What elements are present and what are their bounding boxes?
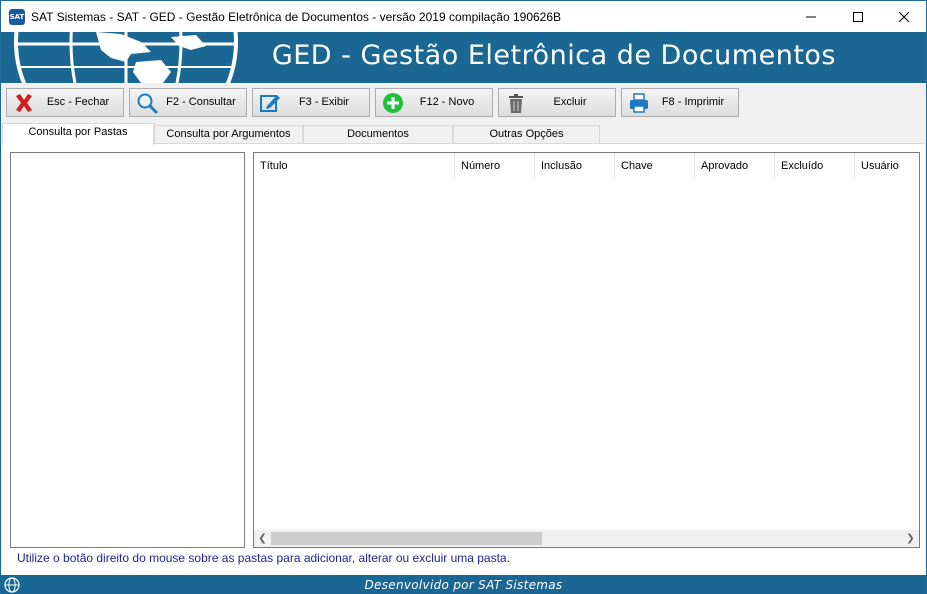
horizontal-scrollbar[interactable]: ❮ ❯ bbox=[254, 530, 919, 547]
trash-icon bbox=[509, 94, 523, 113]
delete-button[interactable]: Excluir bbox=[498, 88, 616, 117]
footer-credit: Desenvolvido por SAT Sistemas bbox=[364, 578, 563, 592]
minimize-button[interactable] bbox=[788, 1, 834, 32]
plus-circle-icon bbox=[383, 93, 403, 113]
grid-header: Título Número Inclusão Chave Aprovado Ex… bbox=[254, 153, 919, 179]
tab-outras-opcoes[interactable]: Outras Opções bbox=[453, 125, 600, 144]
column-header-titulo[interactable]: Título bbox=[254, 153, 455, 179]
print-button-label: F8 - Imprimir bbox=[661, 96, 725, 108]
header-banner: GED - Gestão Eletrônica de Documentos bbox=[1, 32, 926, 83]
window-title: SAT Sistemas - SAT - GED - Gestão Eletrô… bbox=[31, 10, 562, 24]
maximize-button[interactable] bbox=[835, 1, 881, 32]
tab-strip: Consulta por Pastas Consulta por Argumen… bbox=[1, 123, 926, 145]
scrollbar-thumb[interactable] bbox=[271, 532, 542, 545]
tab-label: Documentos bbox=[347, 128, 409, 140]
tab-label: Consulta por Pastas bbox=[28, 126, 128, 138]
print-button[interactable]: F8 - Imprimir bbox=[621, 88, 739, 117]
new-button-label: F12 - Novo bbox=[419, 96, 475, 108]
folder-hint-text: Utilize o botão direito do mouse sobre a… bbox=[17, 551, 510, 565]
scroll-right-arrow-icon[interactable]: ❯ bbox=[902, 530, 919, 547]
red-x-icon bbox=[16, 94, 32, 112]
globe-logo-icon bbox=[14, 32, 238, 83]
banner-title: GED - Gestão Eletrônica de Documentos bbox=[271, 40, 836, 71]
column-header-numero[interactable]: Número bbox=[455, 153, 535, 179]
tab-label: Consulta por Argumentos bbox=[166, 128, 291, 140]
app-window: SAT SAT Sistemas - SAT - GED - Gestão El… bbox=[0, 0, 927, 594]
close-icon bbox=[899, 11, 909, 22]
column-header-inclusao[interactable]: Inclusão bbox=[535, 153, 615, 179]
minimize-icon bbox=[806, 16, 816, 17]
toolbar: Esc - Fechar F2 - Consultar F3 - Exibir … bbox=[1, 83, 926, 123]
close-button-label: Esc - Fechar bbox=[46, 96, 110, 108]
close-button[interactable]: Esc - Fechar bbox=[6, 88, 124, 117]
tab-consulta-por-argumentos[interactable]: Consulta por Argumentos bbox=[154, 125, 303, 144]
tab-panel: Título Número Inclusão Chave Aprovado Ex… bbox=[2, 143, 925, 575]
column-header-excluido[interactable]: Excluído bbox=[775, 153, 855, 179]
app-icon: SAT bbox=[9, 9, 25, 25]
delete-button-label: Excluir bbox=[553, 96, 587, 108]
documents-grid[interactable]: Título Número Inclusão Chave Aprovado Ex… bbox=[253, 152, 920, 548]
scroll-left-arrow-icon[interactable]: ❮ bbox=[254, 530, 271, 547]
search-button[interactable]: F2 - Consultar bbox=[129, 88, 247, 117]
title-bar[interactable]: SAT SAT Sistemas - SAT - GED - Gestão El… bbox=[1, 1, 926, 32]
tab-documentos[interactable]: Documentos bbox=[303, 125, 453, 144]
printer-icon bbox=[630, 93, 648, 113]
column-header-usuario[interactable]: Usuário bbox=[855, 153, 919, 179]
edit-icon bbox=[260, 95, 280, 112]
tab-consulta-por-pastas[interactable]: Consulta por Pastas bbox=[2, 123, 154, 145]
magnifier-icon bbox=[137, 93, 158, 114]
maximize-icon bbox=[853, 11, 863, 22]
close-window-button[interactable] bbox=[881, 1, 927, 32]
new-button[interactable]: F12 - Novo bbox=[375, 88, 493, 117]
view-button-label: F3 - Exibir bbox=[298, 96, 350, 108]
footer-bar: Desenvolvido por SAT Sistemas bbox=[1, 575, 926, 594]
view-button[interactable]: F3 - Exibir bbox=[252, 88, 370, 117]
search-button-label: F2 - Consultar bbox=[166, 96, 236, 108]
tab-label: Outras Opções bbox=[489, 128, 564, 140]
column-header-aprovado[interactable]: Aprovado bbox=[695, 153, 775, 179]
column-header-chave[interactable]: Chave bbox=[615, 153, 695, 179]
folder-tree[interactable] bbox=[10, 152, 245, 548]
